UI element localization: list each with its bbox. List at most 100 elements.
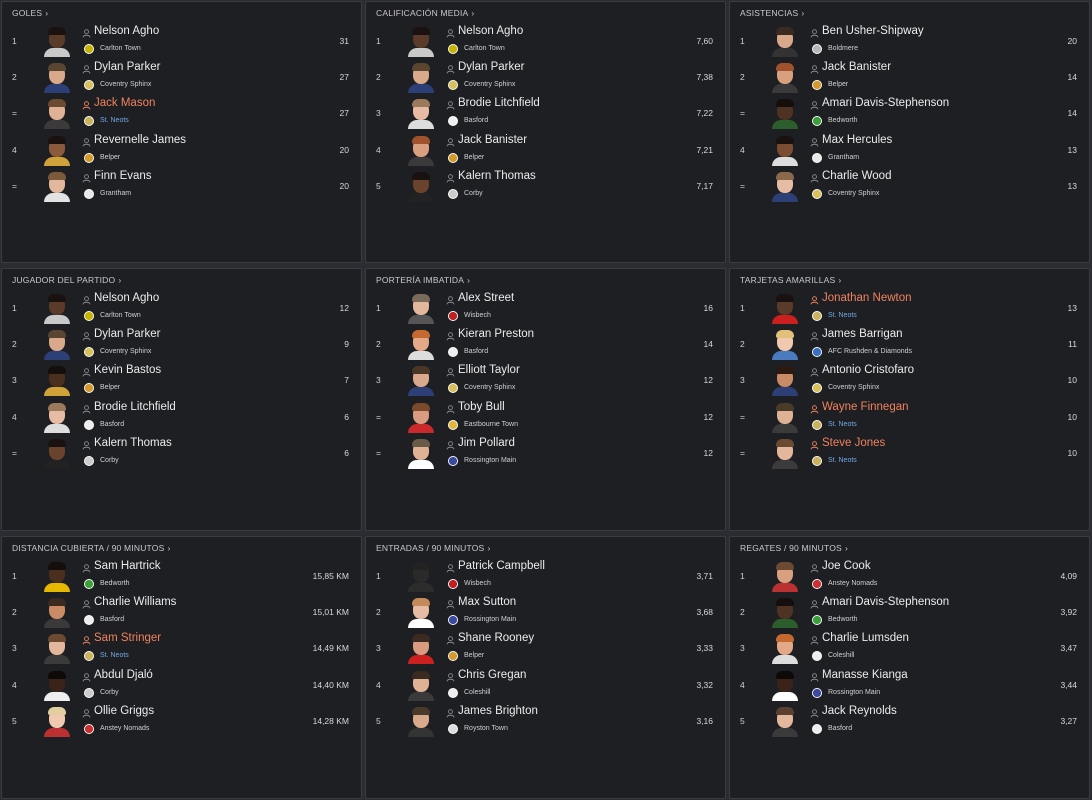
player-row[interactable]: 5 Ollie Griggs Anstey Nomads 14,28 KM [2,705,361,741]
club-name-link[interactable]: Coventry Sphinx [828,384,879,391]
player-avatar[interactable] [44,135,70,166]
player-row[interactable]: 3 Sam Stringer St. Neots 14,49 KM [2,632,361,668]
player-row[interactable]: 2 Max Sutton Rossington Main 3,68 [366,596,725,632]
club-name-link[interactable]: Coventry Sphinx [464,81,515,88]
player-avatar[interactable] [772,171,798,202]
player-name-link[interactable]: Charlie Lumsden [822,632,909,644]
club-name-link[interactable]: Belper [100,154,120,161]
player-row[interactable]: = Finn Evans Grantham 20 [2,170,361,206]
panel-title-link[interactable]: REGATES / 90 MINUTOS › [740,543,848,553]
club-name-link[interactable]: Carlton Town [464,45,505,52]
player-name-link[interactable]: Sam Stringer [94,632,161,644]
player-name-link[interactable]: Jack Reynolds [822,705,897,717]
player-avatar[interactable] [408,330,434,361]
player-avatar[interactable] [772,135,798,166]
player-name-link[interactable]: Antonio Cristofaro [822,364,914,376]
player-name-link[interactable]: Kevin Bastos [94,364,161,376]
player-name-link[interactable]: Jonathan Newton [822,292,912,304]
club-name-link[interactable]: St. Neots [100,117,129,124]
club-name-link[interactable]: Basford [100,616,124,623]
player-row[interactable]: 1 Nelson Agho Carlton Town 7,60 [366,25,725,61]
player-name-link[interactable]: Dylan Parker [94,61,160,73]
player-name-link[interactable]: Ollie Griggs [94,705,154,717]
player-name-link[interactable]: Charlie Williams [94,596,176,608]
player-name-link[interactable]: Finn Evans [94,170,152,182]
player-row[interactable]: 2 Jack Banister Belper 14 [730,61,1089,97]
player-row[interactable]: = Jack Mason St. Neots 27 [2,97,361,133]
player-name-link[interactable]: Shane Rooney [458,632,534,644]
player-name-link[interactable]: Ben Usher-Shipway [822,25,924,37]
club-name-link[interactable]: Basford [464,348,488,355]
club-name-link[interactable]: Anstey Nomads [828,580,877,587]
player-avatar[interactable] [772,670,798,701]
player-row[interactable]: 2 Kieran Preston Basford 14 [366,328,725,364]
player-name-link[interactable]: Revernelle James [94,134,186,146]
player-row[interactable]: 1 Sam Hartrick Bedworth 15,85 KM [2,560,361,596]
club-name-link[interactable]: Bedworth [828,117,858,124]
player-row[interactable]: 4 Manasse Kianga Rossington Main 3,44 [730,669,1089,705]
club-name-link[interactable]: Basford [464,117,488,124]
player-avatar[interactable] [408,99,434,130]
player-avatar[interactable] [772,27,798,57]
player-avatar[interactable] [408,706,434,737]
club-name-link[interactable]: Royston Town [464,725,508,732]
player-avatar[interactable] [44,634,70,665]
player-row[interactable]: 1 Patrick Campbell Wisbech 3,71 [366,560,725,596]
player-avatar[interactable] [772,330,798,361]
player-avatar[interactable] [772,402,798,433]
player-name-link[interactable]: Jack Banister [822,61,891,73]
player-row[interactable]: 1 Alex Street Wisbech 16 [366,292,725,328]
player-name-link[interactable]: Jack Mason [94,97,155,109]
player-row[interactable]: 4 Jack Banister Belper 7,21 [366,134,725,170]
player-avatar[interactable] [408,27,434,57]
player-name-link[interactable]: Elliott Taylor [458,364,520,376]
player-name-link[interactable]: Jack Banister [458,134,527,146]
player-avatar[interactable] [408,402,434,433]
club-name-link[interactable]: Wisbech [464,312,491,319]
player-avatar[interactable] [408,135,434,166]
player-name-link[interactable]: Dylan Parker [94,328,160,340]
player-avatar[interactable] [44,366,70,397]
player-avatar[interactable] [44,330,70,361]
club-name-link[interactable]: Anstey Nomads [100,725,149,732]
player-row[interactable]: 3 Shane Rooney Belper 3,33 [366,632,725,668]
club-name-link[interactable]: Rossington Main [828,689,880,696]
player-row[interactable]: 3 Elliott Taylor Coventry Sphinx 12 [366,364,725,400]
player-name-link[interactable]: James Barrigan [822,328,903,340]
club-name-link[interactable]: Corby [100,457,119,464]
player-avatar[interactable] [408,634,434,665]
player-row[interactable]: 2 Dylan Parker Coventry Sphinx 7,38 [366,61,725,97]
panel-title-link[interactable]: ENTRADAS / 90 MINUTOS › [376,543,490,553]
player-row[interactable]: 1 Ben Usher-Shipway Boldmere 20 [730,25,1089,61]
player-name-link[interactable]: Max Sutton [458,596,516,608]
player-row[interactable]: = Steve Jones St. Neots 10 [730,437,1089,473]
player-name-link[interactable]: Abdul Djaló [94,669,153,681]
player-row[interactable]: 3 Charlie Lumsden Coleshill 3,47 [730,632,1089,668]
player-avatar[interactable] [772,598,798,629]
player-row[interactable]: 4 Chris Gregan Coleshill 3,32 [366,669,725,705]
player-name-link[interactable]: James Brighton [458,705,538,717]
club-name-link[interactable]: AFC Rushden & Diamonds [828,348,912,355]
player-name-link[interactable]: Brodie Litchfield [458,97,540,109]
player-row[interactable]: 2 Amari Davis-Stephenson Bedworth 3,92 [730,596,1089,632]
player-row[interactable]: 1 Jonathan Newton St. Neots 13 [730,292,1089,328]
player-name-link[interactable]: Jim Pollard [458,437,515,449]
club-name-link[interactable]: Boldmere [828,45,858,52]
player-name-link[interactable]: Kalern Thomas [458,170,536,182]
club-name-link[interactable]: Corby [464,190,483,197]
panel-title-link[interactable]: PORTERÍA IMBATIDA › [376,275,470,285]
club-name-link[interactable]: St. Neots [828,457,857,464]
club-name-link[interactable]: Grantham [828,154,859,161]
player-row[interactable]: 3 Kevin Bastos Belper 7 [2,364,361,400]
panel-title-link[interactable]: CALIFICACIÓN MEDIA › [376,8,474,18]
player-avatar[interactable] [408,438,434,469]
player-row[interactable]: 4 Revernelle James Belper 20 [2,134,361,170]
club-name-link[interactable]: St. Neots [828,421,857,428]
player-row[interactable]: 3 Brodie Litchfield Basford 7,22 [366,97,725,133]
club-name-link[interactable]: Bedworth [100,580,130,587]
player-row[interactable]: = Charlie Wood Coventry Sphinx 13 [730,170,1089,206]
player-row[interactable]: = Amari Davis-Stephenson Bedworth 14 [730,97,1089,133]
player-avatar[interactable] [772,294,798,324]
panel-title-link[interactable]: ASISTENCIAS › [740,8,804,18]
player-avatar[interactable] [44,294,70,324]
